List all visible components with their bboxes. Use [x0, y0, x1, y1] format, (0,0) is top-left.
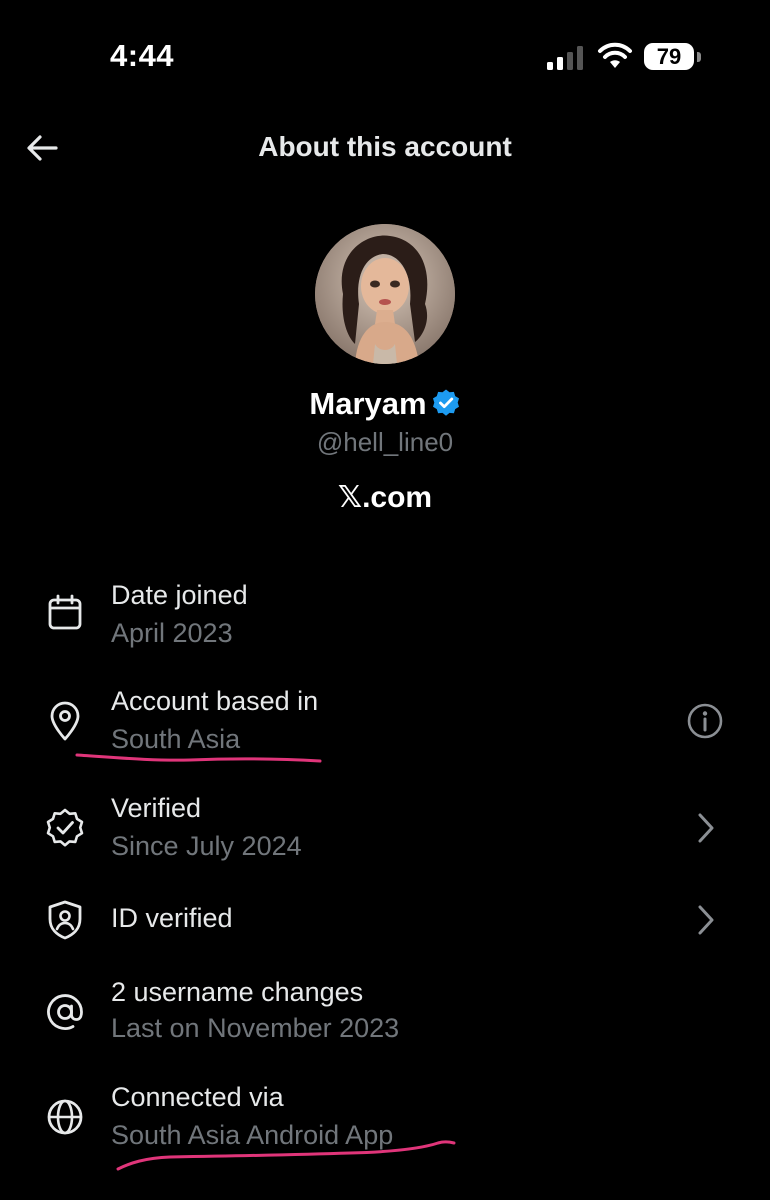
- id-shield-icon: [48, 900, 82, 940]
- row-connected-via: Connected via South Asia Android App: [0, 1080, 770, 1160]
- row-subtitle: Last on November 2023: [111, 1013, 400, 1043]
- cellular-signal-icon: [547, 46, 583, 70]
- chevron-right-icon[interactable]: [692, 903, 720, 937]
- globe-icon: [47, 1099, 83, 1135]
- profile-name: Maryam: [309, 386, 427, 421]
- avatar[interactable]: [315, 224, 455, 364]
- page-title: About this account: [258, 131, 512, 162]
- row-verified[interactable]: Verified Since July 2024: [0, 791, 770, 871]
- chevron-right-icon[interactable]: [692, 811, 720, 845]
- x-logo-glyph: 𝕏: [337, 481, 363, 514]
- platform-domain: .com: [362, 481, 433, 514]
- row-date-joined: Date joined April 2023: [0, 578, 770, 658]
- row-title: Connected via: [111, 1082, 284, 1112]
- battery-indicator: 79: [644, 43, 702, 70]
- row-title: 2 username changes: [111, 977, 364, 1007]
- row-title: ID verified: [111, 903, 233, 933]
- info-icon[interactable]: [686, 702, 724, 740]
- battery-tip: [697, 52, 701, 62]
- platform-brand: 𝕏.com: [0, 480, 770, 515]
- avatar-illustration: [315, 224, 455, 364]
- location-pin-icon: [50, 701, 80, 741]
- row-subtitle: Since July 2024: [111, 831, 302, 861]
- verified-badge-icon[interactable]: [431, 388, 461, 418]
- calendar-icon: [48, 594, 82, 630]
- row-id-verified[interactable]: ID verified: [0, 895, 770, 945]
- row-subtitle: South Asia Android App: [111, 1120, 394, 1150]
- profile-handle: @hell_line0: [316, 427, 454, 457]
- battery-level: 79: [656, 44, 682, 69]
- row-title: Date joined: [111, 580, 248, 610]
- profile-name-row: Maryam: [0, 386, 770, 422]
- row-subtitle: South Asia: [111, 724, 241, 754]
- status-time: 4:44: [110, 38, 175, 73]
- row-subtitle: April 2023: [111, 618, 233, 648]
- row-username-changes: 2 username changes Last on November 2023: [0, 975, 770, 1055]
- verified-badge-icon: [46, 808, 84, 847]
- row-account-based-in: Account based in South Asia: [0, 684, 770, 764]
- row-title: Verified: [111, 793, 202, 823]
- row-title: Account based in: [111, 686, 319, 716]
- about-account-screen: 4:44 79 About this account Maryam @hell_…: [0, 0, 770, 1200]
- wifi-icon: [598, 42, 632, 68]
- at-sign-icon: [47, 994, 83, 1030]
